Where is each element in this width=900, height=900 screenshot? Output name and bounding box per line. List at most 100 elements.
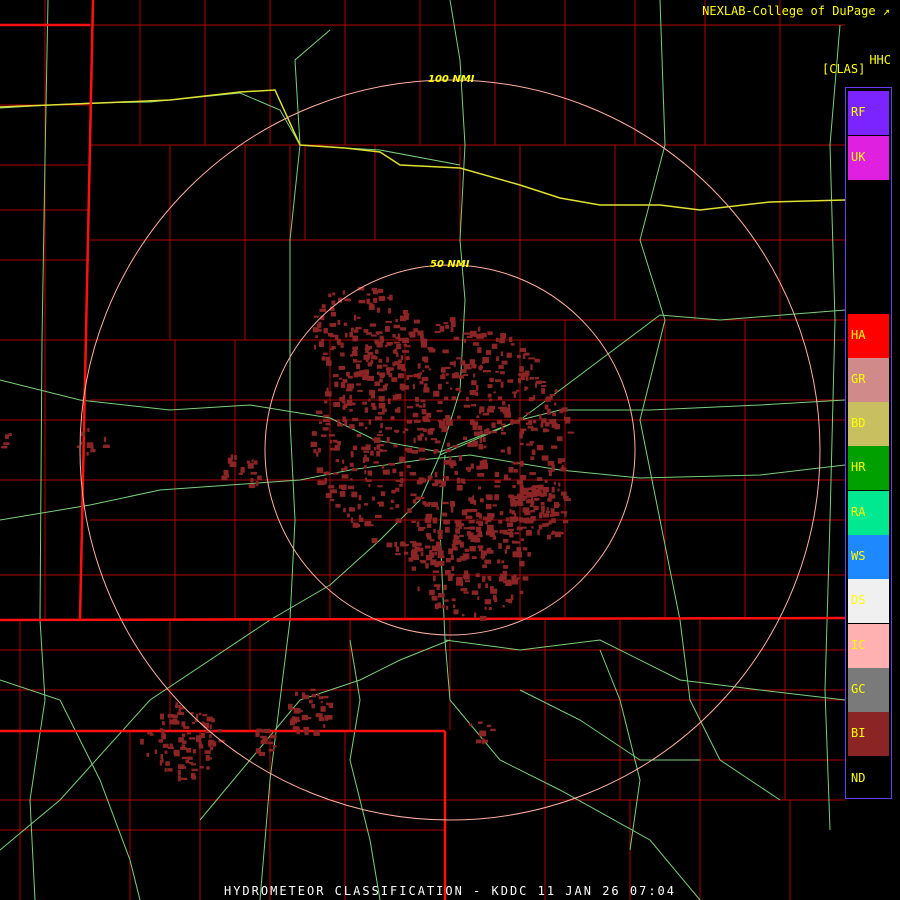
echo-pixel [181,744,186,748]
echo-pixel [347,485,355,490]
echo-pixel [482,516,490,520]
echo-pixel [473,421,478,426]
echo-pixel [1,445,8,449]
echo-pixel [420,552,424,557]
echo-pixel [509,516,512,523]
legend-label-ds: DS [851,593,866,607]
echo-pixel [516,479,522,485]
echo-pixel [517,354,521,359]
echo-pixel [388,308,391,314]
echo-pixel [377,412,385,415]
echo-pixel [335,503,341,508]
echo-pixel [373,461,379,464]
echo-pixel [371,287,377,291]
echo-pixel [321,356,326,361]
echo-pixel [211,718,215,723]
echo-pixel [191,721,195,725]
echo-pixel [538,524,543,530]
echo-pixel [413,437,416,444]
echo-pixel [380,491,386,497]
echo-pixel [205,755,210,761]
echo-pixel [315,328,322,332]
echo-pixel [167,768,173,772]
echo-pixel [149,733,154,736]
echo-pixel [351,402,356,406]
echo-pixel [483,369,487,373]
echo-pixel [508,467,514,473]
echo-pixel [417,586,420,592]
echo-pixel [547,534,552,540]
echo-pixel [358,299,366,304]
echo-pixel [411,520,416,523]
nexlab-credit-link[interactable]: NEXLAB-College of DuPage ↗ [702,4,890,18]
echo-pixel [399,471,404,477]
echo-pixel [293,719,301,722]
echo-pixel [557,488,560,492]
echo-pixel [389,507,394,510]
echo-pixel [375,331,383,334]
echo-pixel [424,437,428,441]
echo-pixel [311,431,317,436]
echo-pixel [478,732,482,737]
echo-pixel [363,503,369,506]
echo-pixel [512,391,517,394]
echo-pixel [342,416,346,423]
echo-pixel [437,529,443,535]
echo-pixel [437,420,442,423]
echo-pixel [531,526,534,529]
echo-pixel [464,548,469,552]
echo-pixel [516,547,522,552]
echo-pixel [344,466,348,470]
echo-pixel [536,477,543,481]
echo-pixel [541,418,547,424]
echo-pixel [370,450,374,456]
echo-pixel [417,363,421,369]
echo-pixel [331,346,336,349]
echo-pixel [516,389,520,392]
echo-pixel [357,389,363,393]
echo-pixel [528,357,536,360]
echo-pixel [456,581,461,586]
echo-pixel [411,449,418,454]
echo-pixel [500,381,504,388]
echo-pixel [483,445,487,449]
echo-pixel [326,387,329,392]
echo-pixel [418,496,425,499]
echo-pixel [494,485,500,488]
echo-pixel [407,406,414,409]
echo-pixel [317,447,321,453]
echo-pixel [476,465,482,470]
echo-pixel [443,584,447,591]
echo-pixel [519,348,526,352]
echo-pixel [557,436,563,442]
echo-pixel [547,461,555,466]
echo-pixel [295,691,299,696]
echo-pixel [540,422,544,428]
echo-pixel [386,542,393,548]
echo-pixel [330,447,336,451]
echo-pixel [154,749,157,754]
echo-pixel [563,495,569,499]
echo-pixel [388,462,396,466]
echo-pixel [504,549,507,554]
echo-pixel [447,575,453,582]
echo-pixel [541,510,545,515]
product-code: HHC [869,53,891,67]
echo-pixel [186,732,192,735]
echo-pixel [424,517,432,523]
echo-pixel [370,394,375,399]
echo-pixel [318,716,324,722]
echo-pixel [162,743,169,748]
echo-pixel [436,586,440,591]
echo-pixel [469,330,477,337]
echo-pixel [561,407,567,412]
echo-pixel [469,390,477,396]
echo-pixel [444,521,448,525]
echo-pixel [272,745,277,748]
echo-pixel [402,350,410,353]
echo-pixel [514,469,518,473]
echo-pixel [530,456,535,460]
echo-pixel [417,427,424,431]
legend-label-ws: WS [851,549,866,563]
echo-pixel [534,376,540,380]
